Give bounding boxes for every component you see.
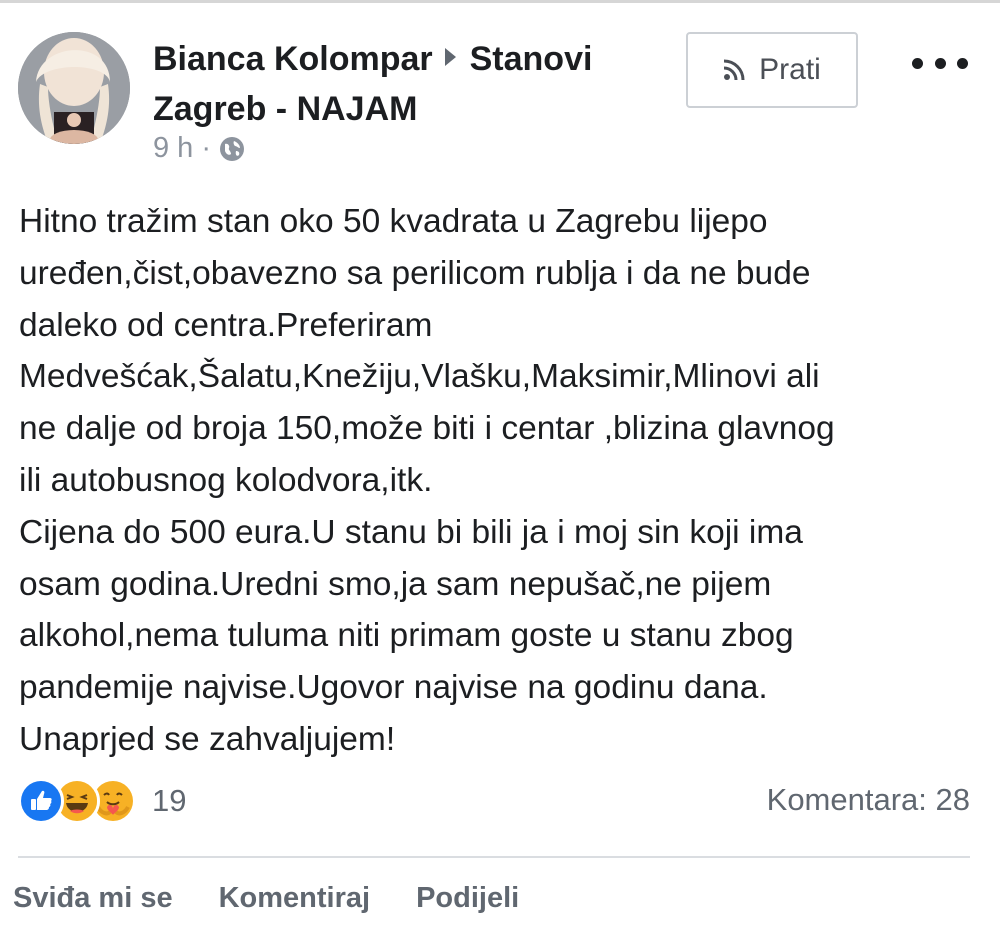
rss-icon [724, 59, 745, 81]
follow-button[interactable]: Prati [686, 32, 858, 108]
facebook-post: Bianca Kolompar Stanovi Zagreb - NAJAM 9 … [0, 0, 1000, 933]
more-dot [957, 57, 968, 69]
post-top-border [0, 0, 1000, 3]
comment-button[interactable]: Komentiraj [219, 882, 370, 915]
triangle-right-icon [444, 48, 456, 66]
post-actions: Sviđa mi se Komentiraj Podijeli [13, 882, 565, 915]
like-icon [18, 778, 64, 824]
author-avatar[interactable] [18, 32, 130, 144]
more-dot [934, 57, 946, 69]
post-title: Bianca Kolompar Stanovi Zagreb - NAJAM [153, 34, 673, 134]
author-name[interactable]: Bianca Kolompar [153, 40, 433, 78]
post-text-line: daleko od centra.Preferiram [19, 306, 433, 344]
follow-label: Prati [759, 53, 821, 86]
actions-divider [18, 856, 970, 858]
post-meta: 9 h · [153, 132, 245, 165]
post-text-line: uređen,čist,obavezno sa perilicom rublja… [19, 254, 811, 292]
post-text: Hitno tražim stan oko 50 kvadrata u Zagr… [19, 196, 984, 766]
comments-count[interactable]: Komentara: 28 [767, 782, 970, 818]
more-options-icon[interactable] [912, 48, 968, 78]
post-text-line: alkohol,nema tuluma niti primam goste u … [19, 617, 794, 655]
reactions-summary[interactable]: 19 [18, 778, 186, 824]
post-text-line: Hitno tražim stan oko 50 kvadrata u Zagr… [19, 203, 768, 240]
post-text-line: ili autobusnog kolodvora,itk. [19, 461, 433, 499]
globe-icon [219, 136, 245, 162]
post-text-line: Unaprjed se zahvaljujem! [19, 720, 396, 758]
post-text-line: Medvešćak,Šalatu,Knežiju,Vlašku,Maksimir… [19, 358, 820, 396]
post-text-line: pandemije najvise.Ugovor najvise na godi… [19, 669, 768, 707]
post-timestamp[interactable]: 9 h [153, 132, 193, 165]
post-text-line: ne dalje od broja 150,može biti i centar… [19, 410, 835, 448]
post-text-line: Cijena do 500 eura.U stanu bi bili ja i … [19, 513, 803, 551]
more-dot [912, 57, 923, 69]
meta-separator: · [201, 132, 211, 164]
post-text-line: osam godina.Uredni smo,ja sam nepušač,ne… [19, 565, 772, 603]
like-button[interactable]: Sviđa mi se [13, 882, 173, 915]
share-button[interactable]: Podijeli [416, 882, 519, 915]
reaction-count: 19 [152, 783, 187, 818]
avatar-image [18, 32, 130, 144]
